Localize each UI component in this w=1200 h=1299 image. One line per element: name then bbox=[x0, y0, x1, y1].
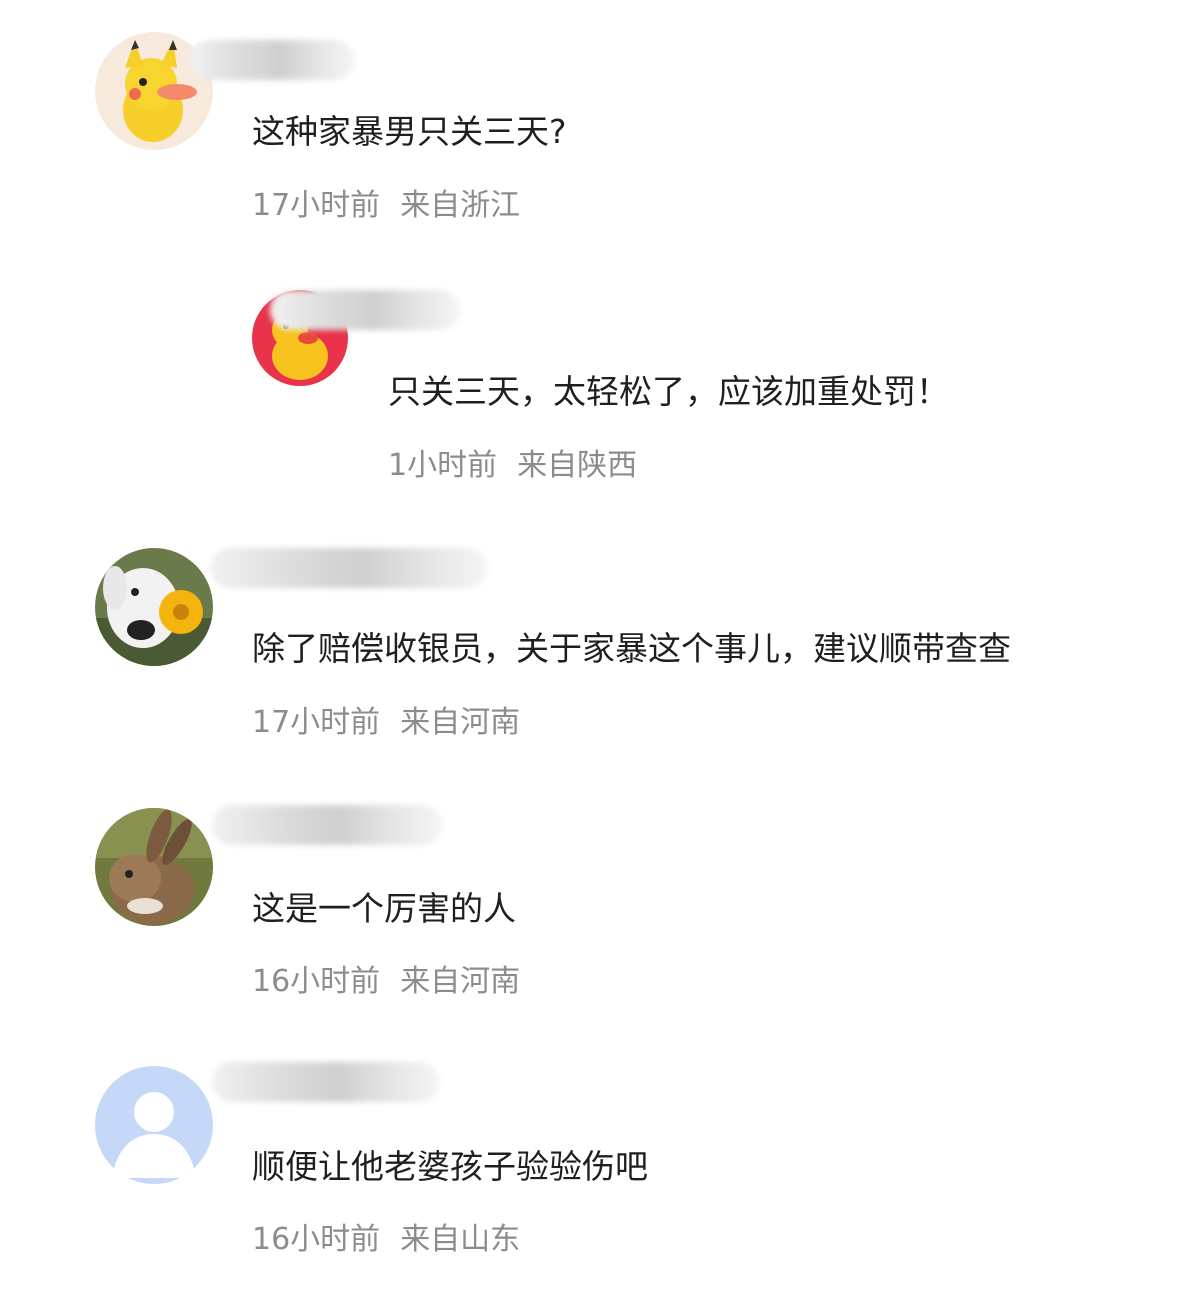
comment-item: 顺便让他老婆孩子验验伤吧 16小时前 来自山东 bbox=[0, 0, 1200, 1290]
comment-meta: 16小时前 来自山东 bbox=[252, 1214, 520, 1258]
username-redacted[interactable] bbox=[212, 1062, 440, 1102]
comment-text: 顺便让他老婆孩子验验伤吧 bbox=[252, 1147, 648, 1186]
default-user-avatar[interactable] bbox=[95, 1066, 213, 1184]
comment-time: 16小时前 bbox=[252, 1222, 381, 1257]
comment-location: 来自山东 bbox=[400, 1222, 521, 1257]
